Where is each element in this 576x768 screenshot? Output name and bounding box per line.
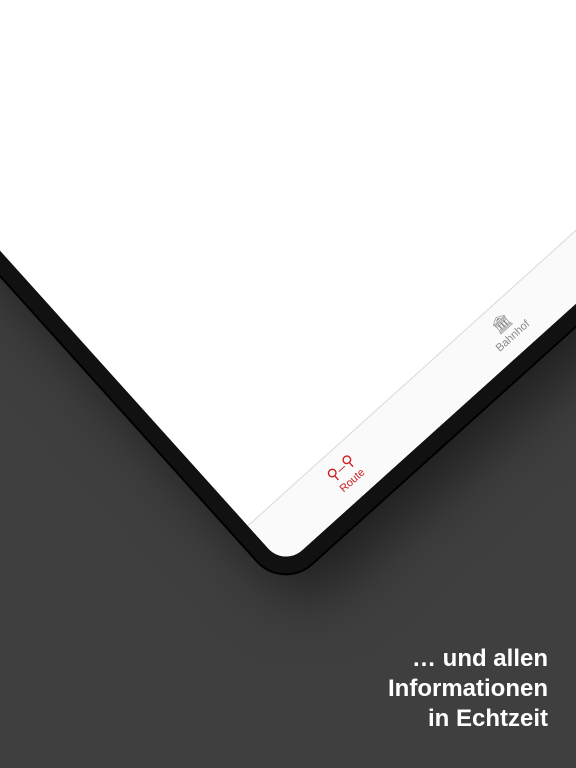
app-screen: Berlin HbfHannoverICE 9421 · IC 2430ICE … <box>0 0 576 566</box>
marketing-caption: … und allen Informationen in Echtzeit <box>388 644 548 734</box>
connection-list[interactable]: Berlin HbfHannoverICE 9421 · IC 2430ICE … <box>0 0 576 526</box>
connection-row[interactable]: ICE 201:42👥👥 <box>0 0 423 7</box>
later-button[interactable]: Später <box>0 0 455 42</box>
